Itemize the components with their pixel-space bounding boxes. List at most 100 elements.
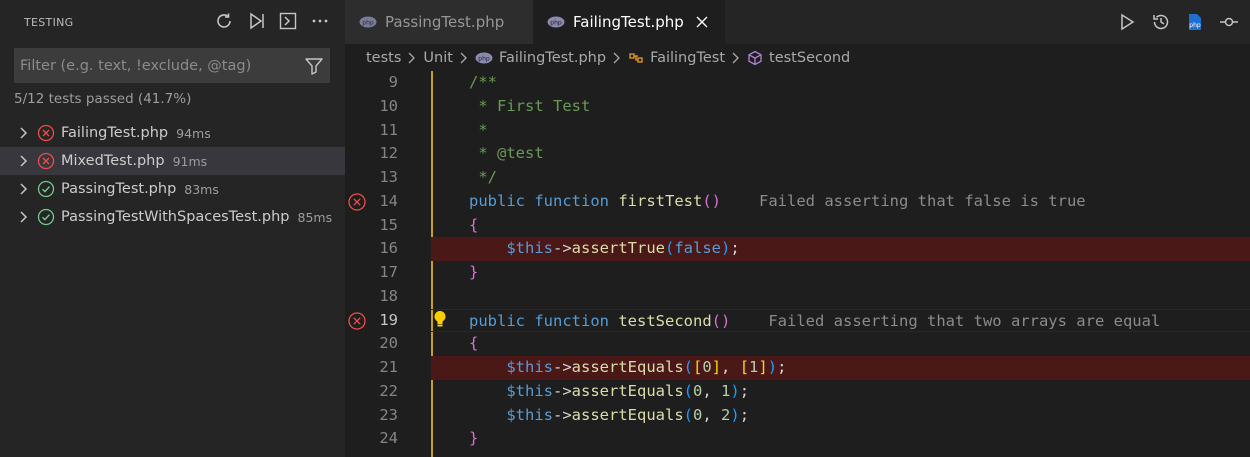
tree-item-passingtest[interactable]: PassingTest.php 83ms: [0, 175, 345, 203]
bracket: [: [693, 358, 703, 376]
chevron-right-icon: [407, 52, 417, 64]
comment: */: [469, 168, 497, 186]
tree-item-passingtestwithspaces[interactable]: PassingTestWithSpacesTest.php 85ms: [0, 203, 345, 231]
line-content-error: $this->assertEquals([0], [1]);: [431, 356, 1250, 380]
line-number: 14: [379, 191, 398, 210]
line-content: * @test: [431, 142, 1250, 166]
chevron-right-icon: [459, 52, 469, 64]
test-failed-icon[interactable]: [347, 192, 367, 212]
breadcrumb: tests Unit php FailingTest.php FailingTe…: [345, 44, 1250, 71]
chevron-right-icon[interactable]: [16, 182, 30, 196]
breadcrumb-item-class[interactable]: FailingTest: [650, 50, 725, 66]
code-line: 10 * First Test: [345, 95, 1250, 119]
debug-terminal-icon[interactable]: [277, 10, 299, 32]
history-icon[interactable]: [1150, 11, 1172, 33]
number: 0: [693, 405, 703, 424]
tab-bar: php PassingTest.php php FailingTest.php …: [345, 0, 1250, 44]
paren: ): [730, 405, 740, 424]
tree-item-duration: 85ms: [297, 209, 333, 225]
filter-input[interactable]: [20, 57, 300, 74]
line-number: 22: [379, 381, 398, 400]
brace: }: [469, 429, 479, 448]
variable: $this: [506, 358, 553, 376]
run-test-icon[interactable]: [1116, 11, 1138, 33]
keyword: function: [534, 191, 609, 210]
function-name: firstTest: [618, 191, 703, 210]
line-number: 15: [379, 215, 398, 234]
number: 0: [702, 358, 712, 376]
line-number: 11: [379, 120, 398, 139]
failed-icon: [37, 152, 55, 170]
tree-item-failingtest[interactable]: FailingTest.php 94ms: [0, 119, 345, 147]
paren: (): [702, 191, 722, 210]
code-line: 12 * @test: [345, 142, 1250, 166]
function-name: assertEquals: [571, 405, 684, 424]
breadcrumb-item-tests[interactable]: tests: [366, 50, 401, 66]
operator: ->: [553, 381, 572, 400]
test-summary: 5/12 tests passed (41.7%): [14, 91, 192, 107]
paren: (: [683, 358, 693, 376]
line-content: *: [431, 119, 1250, 143]
tree-item-mixedtest[interactable]: MixedTest.php 91ms: [0, 147, 345, 175]
paren: (): [711, 311, 731, 330]
code-line: 20 {: [345, 332, 1250, 356]
php-file-icon: php: [359, 16, 377, 28]
php-debug-icon[interactable]: php: [1184, 11, 1206, 33]
tab-failingtest[interactable]: php FailingTest.php: [533, 0, 725, 44]
lightbulb-icon[interactable]: [433, 310, 447, 330]
code-line: 15 {: [345, 214, 1250, 238]
code-line: 16 $this->assertTrue(false);: [345, 237, 1250, 261]
comment: *: [469, 120, 488, 139]
line-number: 16: [379, 239, 398, 258]
line-content: {: [431, 332, 1250, 356]
breadcrumb-item-method[interactable]: testSecond: [769, 50, 850, 66]
paren: (: [683, 405, 693, 424]
paren: ): [730, 381, 740, 400]
code-editor[interactable]: 9 /** 10 * First Test 11 * 12 * @test 13…: [345, 71, 1250, 457]
code-line: 23 $this->assertEquals(0, 2);: [345, 404, 1250, 428]
php-file-icon: php: [475, 52, 493, 64]
code-line: 14 public function firstTest() Failed ass…: [345, 190, 1250, 214]
class-icon: [628, 50, 644, 66]
breadcrumb-item-unit[interactable]: Unit: [423, 50, 453, 66]
svg-text:php: php: [550, 20, 562, 27]
number: 1: [749, 358, 759, 376]
run-all-icon[interactable]: [245, 10, 267, 32]
refresh-icon[interactable]: [213, 10, 235, 32]
line-content-error: $this->assertTrue(false);: [431, 237, 1250, 261]
code-line: 19 public function testSecond() Failed as…: [345, 308, 1250, 333]
test-tree: FailingTest.php 94ms MixedTest.php 91ms …: [0, 119, 345, 231]
filter-box: [14, 48, 330, 83]
tree-item-duration: 94ms: [176, 125, 211, 141]
svg-text:php: php: [478, 55, 490, 62]
chevron-right-icon[interactable]: [16, 210, 30, 224]
code-line: 17 }: [345, 261, 1250, 285]
operator: ->: [553, 358, 572, 376]
tab-label: PassingTest.php: [385, 13, 505, 31]
line-content: $this->assertEquals(0, 1);: [506, 381, 750, 400]
brace: }: [469, 263, 479, 281]
more-icon[interactable]: [309, 10, 331, 32]
operator: ->: [553, 239, 572, 258]
variable: $this: [506, 239, 553, 258]
brace: {: [469, 334, 479, 353]
code-line: 22 $this->assertEquals(0, 1);: [345, 380, 1250, 404]
function-name: testSecond: [618, 311, 712, 330]
chevron-right-icon[interactable]: [16, 126, 30, 140]
line-content: /**: [431, 71, 1250, 95]
method-icon: [747, 50, 763, 66]
line-content: [431, 285, 1250, 309]
chevron-right-icon[interactable]: [16, 154, 30, 168]
test-failed-icon[interactable]: [347, 311, 367, 331]
line-number: 12: [379, 144, 398, 163]
breadcrumb-item-file[interactable]: FailingTest.php: [499, 50, 606, 66]
line-content: {: [431, 214, 1250, 238]
tree-item-duration: 91ms: [172, 153, 208, 169]
code-line: 18: [345, 285, 1250, 309]
variable: $this: [506, 381, 553, 400]
close-icon[interactable]: [694, 14, 710, 30]
line-number: 17: [379, 263, 398, 281]
compare-icon[interactable]: [1218, 11, 1240, 33]
tab-passingtest[interactable]: php PassingTest.php: [345, 0, 533, 44]
filter-icon[interactable]: [303, 55, 325, 77]
